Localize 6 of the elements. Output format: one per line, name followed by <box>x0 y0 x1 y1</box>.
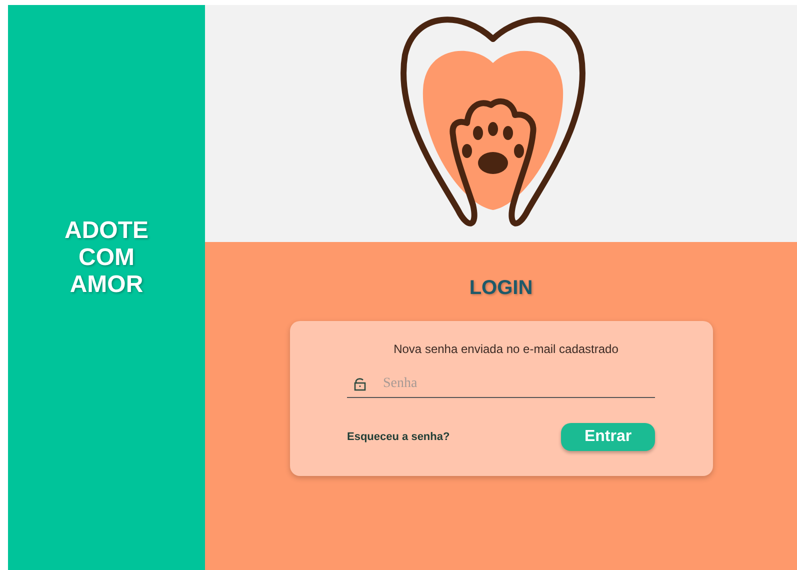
status-message: Nova senha enviada no e-mail cadastrado <box>394 341 618 358</box>
unlock-icon <box>353 376 367 390</box>
password-field[interactable]: Senha <box>383 373 633 394</box>
forgot-password-link[interactable]: Esqueceu a senha? <box>347 428 450 446</box>
login-heading: LOGIN <box>469 276 533 301</box>
brand-title: ADOTE COM AMOR <box>64 217 150 298</box>
